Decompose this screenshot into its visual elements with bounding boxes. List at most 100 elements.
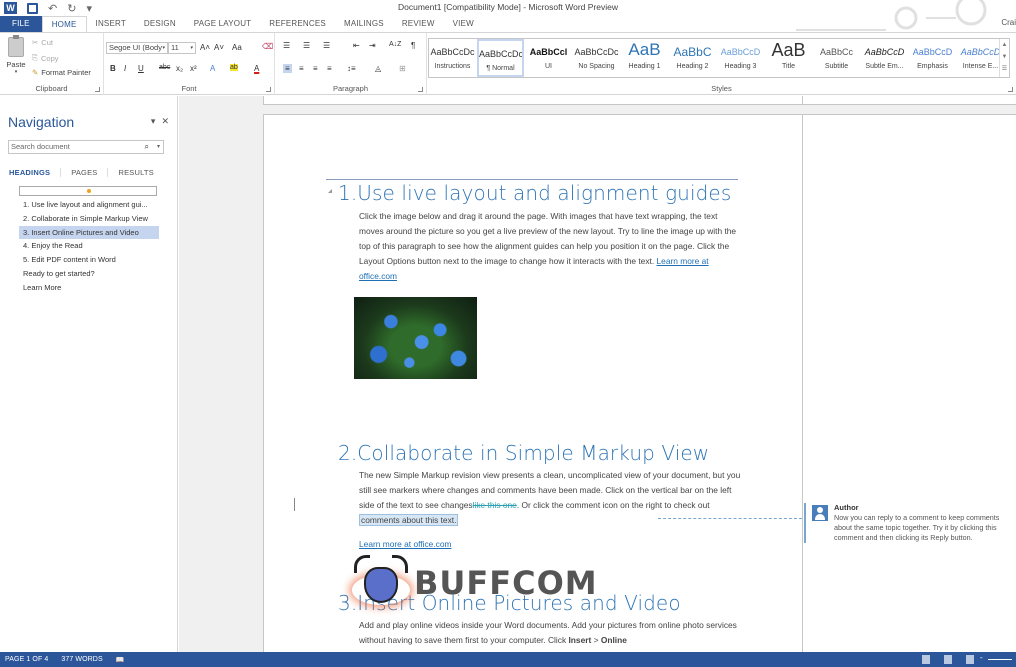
tab-page-layout[interactable]: PAGE LAYOUT	[185, 16, 260, 32]
commented-text[interactable]: comments about this text.	[359, 514, 459, 526]
more-styles-icon[interactable]: ☰	[1000, 63, 1009, 75]
show-marks-icon[interactable]: ¶	[411, 41, 415, 50]
nav-heading-item[interactable]: Ready to get started?	[19, 267, 159, 281]
search-options-icon[interactable]: ▾	[157, 141, 160, 153]
tab-view[interactable]: VIEW	[444, 16, 483, 32]
copy-button[interactable]: ⎘ Copy	[32, 53, 59, 63]
bullets-icon[interactable]: ☰	[283, 41, 290, 50]
paste-dropdown-icon[interactable]: ▾	[4, 69, 28, 75]
format-painter-button[interactable]: ✎ Format Painter	[32, 68, 91, 77]
underline-button[interactable]: U	[138, 64, 144, 73]
tab-design[interactable]: DESIGN	[135, 16, 185, 32]
comment-balloon[interactable]: Author Now you can reply to a comment to…	[804, 503, 1004, 543]
decrease-indent-icon[interactable]: ⇤	[353, 41, 360, 50]
tracked-deletion[interactable]: like this one	[473, 500, 517, 510]
strikethrough-button[interactable]: abc	[159, 64, 170, 71]
nav-heading-item[interactable]: 2. Collaborate in Simple Markup View	[19, 212, 159, 226]
style-ui[interactable]: AaBbCcl UI	[525, 39, 572, 77]
tab-pages[interactable]: PAGES	[71, 168, 109, 177]
clipboard-dialog-launcher-icon[interactable]	[95, 87, 100, 92]
font-size-select[interactable]: 11 ▾	[168, 42, 196, 54]
zoom-slider[interactable]	[980, 653, 1012, 662]
nav-heading-item[interactable]: 1. Use live layout and alignment gui...	[19, 198, 159, 212]
tab-results[interactable]: RESULTS	[118, 168, 163, 177]
tab-file[interactable]: FILE	[0, 16, 42, 32]
align-left-icon[interactable]: ≡	[283, 64, 292, 73]
style-heading-3[interactable]: AaBbCcD Heading 3	[717, 39, 764, 77]
paragraph-dialog-launcher-icon[interactable]	[418, 87, 423, 92]
shading-icon[interactable]: ◬	[375, 64, 381, 73]
tab-review[interactable]: REVIEW	[393, 16, 444, 32]
text-effects-button[interactable]: A	[210, 64, 215, 73]
nav-heading-item[interactable]: Learn More	[19, 281, 159, 295]
increase-indent-icon[interactable]: ⇥	[369, 41, 376, 50]
scroll-down-icon[interactable]: ▼	[1000, 51, 1009, 63]
styles-dialog-launcher-icon[interactable]	[1008, 87, 1013, 92]
tab-references[interactable]: REFERENCES	[260, 16, 335, 32]
cut-button[interactable]: ✂ Cut	[32, 38, 53, 47]
clear-formatting-icon[interactable]: ⌫	[262, 42, 273, 51]
font-dialog-launcher-icon[interactable]	[266, 87, 271, 92]
flower-image[interactable]	[354, 297, 477, 379]
superscript-button[interactable]: x²	[190, 64, 197, 73]
change-case-button[interactable]: Aa	[232, 43, 242, 52]
scroll-up-icon[interactable]: ▲	[1000, 39, 1009, 51]
tab-headings[interactable]: HEADINGS	[9, 168, 62, 177]
shrink-font-button[interactable]: A˅	[214, 43, 224, 52]
close-icon[interactable]: ✕	[161, 116, 169, 127]
tab-mailings[interactable]: MAILINGS	[335, 16, 393, 32]
paragraph-3[interactable]: Add and play online videos inside your W…	[359, 618, 741, 648]
nav-heading-item[interactable]: 5. Edit PDF content in Word	[19, 253, 159, 267]
word-count[interactable]: 377 WORDS	[61, 656, 102, 663]
numbering-icon[interactable]: ☰	[303, 41, 310, 50]
search-document-input[interactable]: Search document ⌕ ▾	[8, 140, 164, 154]
paragraph-1[interactable]: Click the image below and drag it around…	[359, 209, 741, 284]
bold-button[interactable]: B	[110, 64, 116, 73]
style-emphasis[interactable]: AaBbCcD Emphasis	[909, 39, 956, 77]
align-right-icon[interactable]: ≡	[313, 64, 318, 73]
sort-icon[interactable]: A↓Z	[389, 41, 401, 48]
style-instructions[interactable]: AaBbCcDc Instructions	[429, 39, 476, 77]
subscript-button[interactable]: x₂	[176, 64, 183, 73]
copy-icon: ⎘	[32, 53, 38, 62]
tab-home[interactable]: HOME	[41, 16, 87, 32]
italic-button[interactable]: I	[124, 64, 126, 73]
style-subtitle[interactable]: AaBbCc Subtitle	[813, 39, 860, 77]
pane-options-icon[interactable]: ▾	[151, 116, 156, 127]
style-no-spacing[interactable]: AaBbCcDc No Spacing	[573, 39, 620, 77]
style-normal[interactable]: AaBbCcDc ¶ Normal	[477, 39, 524, 77]
web-layout-icon[interactable]	[966, 655, 974, 664]
style-title[interactable]: AaB Title	[765, 39, 812, 77]
paste-button[interactable]: Paste ▾	[4, 35, 28, 75]
style-name: Subtle Em...	[865, 63, 904, 70]
styles-scrollbar[interactable]: ▲ ▼ ☰	[999, 39, 1009, 77]
tab-insert[interactable]: INSERT	[87, 16, 135, 32]
nav-heading-item[interactable]: 4. Enjoy the Read	[19, 239, 159, 253]
nav-heading-item[interactable]: 3. Insert Online Pictures and Video	[19, 225, 159, 240]
print-layout-icon[interactable]	[944, 655, 952, 664]
align-center-icon[interactable]: ≡	[299, 64, 304, 73]
font-color-button[interactable]: A	[254, 64, 259, 73]
highlight-button[interactable]: ab	[230, 64, 238, 71]
style-subtle-emphasis[interactable]: AaBbCcD Subtle Em...	[861, 39, 908, 77]
multilevel-list-icon[interactable]: ☰	[323, 41, 330, 50]
document-page[interactable]: 1.Use live layout and alignment guides C…	[263, 114, 1016, 652]
style-heading-2[interactable]: AaBbC Heading 2	[669, 39, 716, 77]
search-icon[interactable]: ⌕	[145, 141, 149, 153]
heading-2[interactable]: 2.Collaborate in Simple Markup View	[338, 441, 709, 465]
justify-icon[interactable]: ≡	[327, 64, 332, 73]
style-intense-emphasis[interactable]: AaBbCcD Intense E...	[957, 39, 1004, 77]
line-spacing-icon[interactable]: ↕≡	[347, 64, 356, 73]
learn-more-link[interactable]: Learn more at office.com	[359, 539, 451, 549]
paragraph-2[interactable]: The new Simple Markup revision view pres…	[359, 468, 741, 528]
collapse-heading-icon[interactable]	[328, 189, 332, 193]
page-count[interactable]: PAGE 1 OF 4	[5, 656, 48, 663]
borders-icon[interactable]: ⊞	[399, 64, 406, 73]
revision-change-bar[interactable]	[294, 498, 295, 511]
grow-font-button[interactable]: A˄	[200, 43, 210, 52]
font-name-select[interactable]: Segoe UI (Body ▾	[106, 42, 168, 54]
style-heading-1[interactable]: AaB Heading 1	[621, 39, 668, 77]
read-mode-icon[interactable]	[922, 655, 930, 664]
proofing-icon[interactable]: 📖	[116, 656, 125, 664]
heading-1[interactable]: 1.Use live layout and alignment guides	[338, 181, 731, 205]
